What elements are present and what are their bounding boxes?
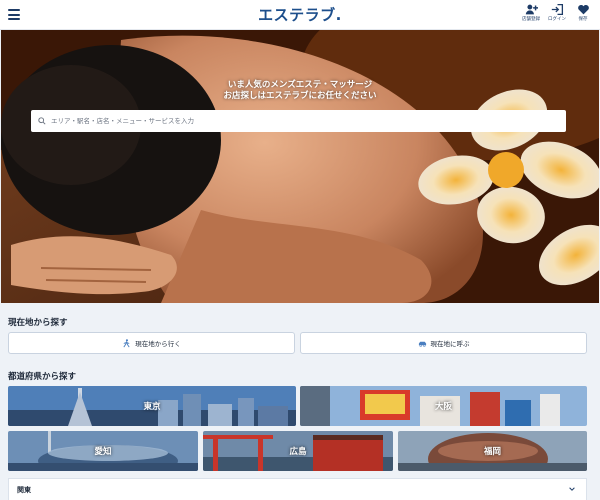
search-icon xyxy=(38,117,46,125)
location-section-title: 現在地から探す xyxy=(8,318,68,328)
call-to-location-button[interactable]: 現在地に呼ぶ xyxy=(300,332,587,354)
login-label: ログイン xyxy=(548,17,566,22)
hero-tagline-line1: いま人気のメンズエステ・マッサージ xyxy=(227,80,373,90)
prefecture-name-aichi: 愛知 xyxy=(94,447,112,457)
search-input[interactable] xyxy=(51,117,566,125)
prefecture-card-osaka[interactable]: 大阪 xyxy=(300,386,587,426)
prefecture-card-hiroshima[interactable]: 広島 xyxy=(203,431,393,471)
site-header: エステラブ. 店舗登録 ログイン 保存 xyxy=(0,0,600,30)
go-from-location-label: 現在地から行く xyxy=(135,340,181,348)
login-icon xyxy=(551,3,563,16)
heart-icon xyxy=(577,4,589,15)
prefecture-name-tokyo: 東京 xyxy=(143,402,161,412)
prefecture-card-aichi[interactable]: 愛知 xyxy=(8,431,198,471)
register-shop-button[interactable]: 店舗登録 xyxy=(520,3,542,23)
go-from-location-button[interactable]: 現在地から行く xyxy=(8,332,295,354)
prefecture-card-tokyo[interactable]: 東京 xyxy=(8,386,296,426)
saved-label: 保存 xyxy=(578,17,588,22)
prefecture-name-fukuoka: 福岡 xyxy=(483,447,501,457)
hero-tagline: いま人気のメンズエステ・マッサージ お店探しはエステラブにお任せください xyxy=(1,80,599,102)
login-button[interactable]: ログイン xyxy=(546,3,568,23)
hero-search-box[interactable] xyxy=(31,110,566,132)
add-user-icon xyxy=(525,4,538,15)
register-shop-label: 店舗登録 xyxy=(522,17,540,22)
hero-tagline-line2: お店探しはエステラブにお任せください xyxy=(223,91,377,101)
call-to-location-label: 現在地に呼ぶ xyxy=(430,340,470,348)
prefecture-section-title: 都道府県から探す xyxy=(8,372,77,382)
prefecture-name-hiroshima: 広島 xyxy=(289,447,307,457)
region-row-kanto[interactable]: 関東 xyxy=(8,478,587,500)
saved-button[interactable]: 保存 xyxy=(572,3,594,23)
header-actions: 店舗登録 ログイン 保存 xyxy=(520,3,594,23)
prefecture-name-osaka: 大阪 xyxy=(434,402,452,412)
car-icon xyxy=(418,341,426,347)
chevron-down-icon xyxy=(569,487,575,491)
region-name-kanto: 関東 xyxy=(17,485,31,494)
hero-banner: いま人気のメンズエステ・マッサージ お店探しはエステラブにお任せください xyxy=(1,30,599,303)
walking-icon xyxy=(123,338,130,347)
hero-image xyxy=(1,30,599,303)
app-root: エステラブ. 店舗登録 ログイン 保存 いま人気のメンズエステ・マッサージ お店… xyxy=(0,0,600,500)
prefecture-card-fukuoka[interactable]: 福岡 xyxy=(398,431,587,471)
site-logo[interactable]: エステラブ. xyxy=(0,4,600,25)
